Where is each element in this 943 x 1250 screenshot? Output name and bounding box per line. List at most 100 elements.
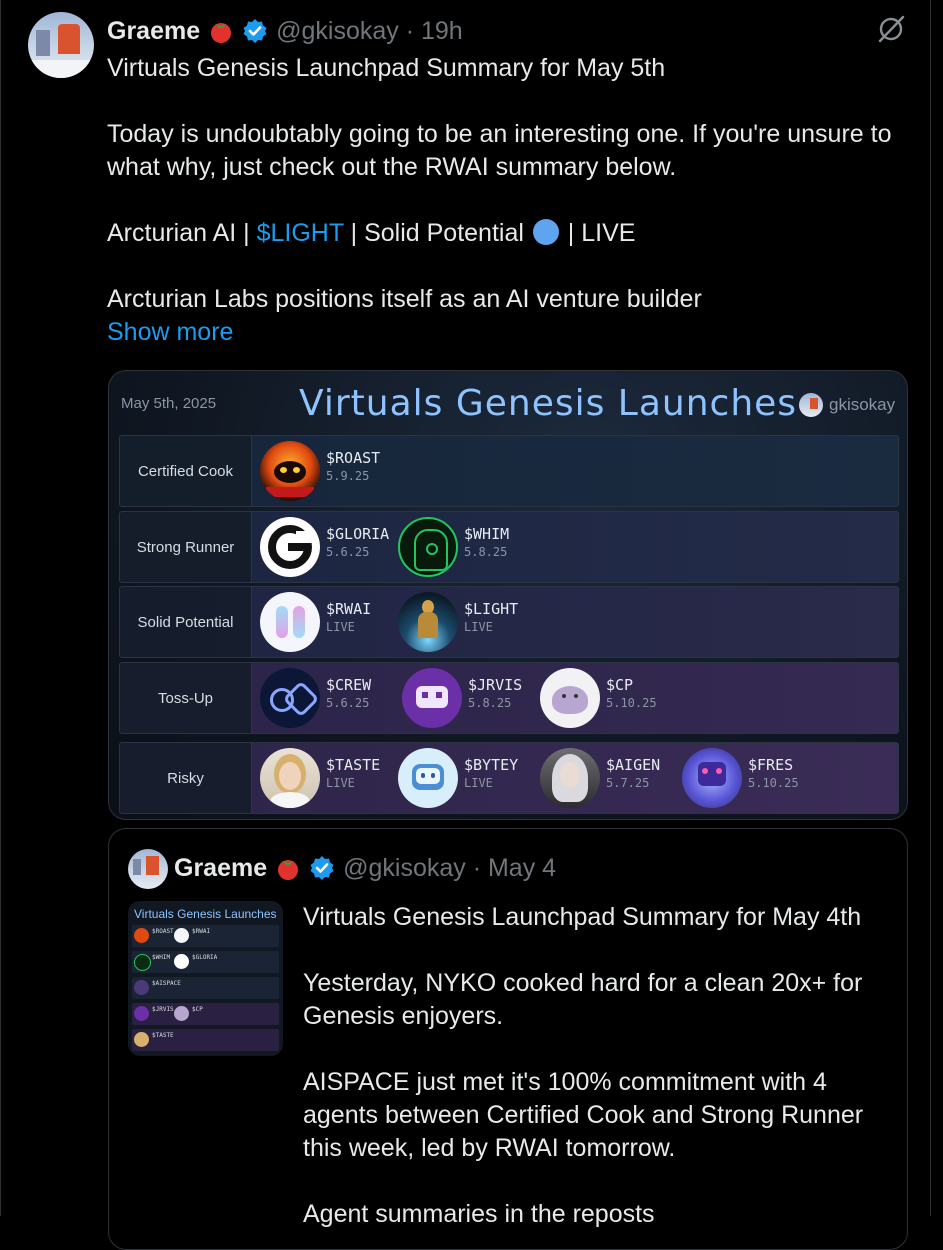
thumb-token-icon xyxy=(134,1032,149,1047)
credit-avatar xyxy=(799,393,823,417)
token-rwai: $RWAI LIVE xyxy=(260,587,371,657)
token-crew: $CREW 5.6.25 xyxy=(260,663,371,733)
thumb-token-icon xyxy=(134,954,151,971)
token-date: 5.9.25 xyxy=(326,469,370,483)
thumb-row: $AISPACE xyxy=(132,977,279,999)
tier-label: Risky xyxy=(120,743,252,813)
token-date: 5.7.25 xyxy=(606,776,650,790)
quoted-line-1: Virtuals Genesis Launchpad Summary for M… xyxy=(303,903,862,931)
tomato-icon xyxy=(211,23,232,43)
jrvis-icon xyxy=(402,668,462,728)
thumb-token-label: $GLORIA xyxy=(192,954,218,961)
token-date: 5.6.25 xyxy=(326,545,370,559)
tweet-body: Virtuals Genesis Launchpad Summary for M… xyxy=(107,52,917,316)
token-date: LIVE xyxy=(326,776,355,790)
quoted-tweet-body: Virtuals Genesis Launchpad Summary for M… xyxy=(303,901,893,1231)
thumb-token-label: $AISPACE xyxy=(152,980,181,987)
media-credit: gkisokay xyxy=(799,393,895,417)
token-date: 5.8.25 xyxy=(468,696,512,710)
token-tag: $RWAI xyxy=(326,600,372,618)
thumb-token-icon xyxy=(134,928,149,943)
rwai-icon xyxy=(260,592,320,652)
thumb-token-icon xyxy=(134,980,149,995)
thumb-token-icon xyxy=(174,954,189,969)
thumb-token-label: $RWAI xyxy=(192,928,211,935)
tier-row-solid-potential: Solid Potential $RWAI LIVE $LIGHT LIVE xyxy=(119,586,899,658)
token-tag: $FRES xyxy=(748,756,794,774)
show-more-link[interactable]: Show more xyxy=(107,316,233,349)
quoted-paragraph-2: Yesterday, NYKO cooked hard for a clean … xyxy=(303,969,870,1030)
author-avatar[interactable] xyxy=(28,12,94,78)
avatar-figure-left xyxy=(36,30,50,56)
tier-label: Solid Potential xyxy=(120,587,252,657)
aigen-icon xyxy=(540,748,600,808)
thumb-token-label: $CP xyxy=(192,1006,203,1013)
token-tag: $LIGHT xyxy=(464,600,519,618)
thumb-row: $ROAST $RWAI xyxy=(132,925,279,947)
token-date: 5.8.25 xyxy=(464,545,508,559)
media-title: Virtuals Genesis Launches xyxy=(299,383,798,424)
token-aigen: $AIGEN 5.7.25 xyxy=(540,743,660,813)
quoted-media-thumbnail[interactable]: Virtuals Genesis Launches $ROAST $RWAI $… xyxy=(128,901,283,1056)
token-tag: $WHIM xyxy=(464,525,510,543)
token-whim: $WHIM 5.8.25 xyxy=(398,512,509,582)
quoted-tweet[interactable]: Graeme @gkisokay · May 4 Virtuals Genesi… xyxy=(108,828,908,1250)
p3-prefix: Arcturian AI | xyxy=(107,219,257,247)
author-handle-time[interactable]: @gkisokay · 19h xyxy=(276,17,463,46)
bytey-icon xyxy=(398,748,458,808)
blue-circle-icon xyxy=(532,219,559,245)
tier-row-certified-cook: Certified Cook $ROAST 5.9.25 xyxy=(119,435,899,507)
quoted-author-handle-time[interactable]: @gkisokay · May 4 xyxy=(343,854,556,883)
token-tag: $TASTE xyxy=(326,756,381,774)
crew-icon xyxy=(260,668,320,728)
quoted-author-avatar[interactable] xyxy=(128,849,168,889)
grok-slash-icon[interactable] xyxy=(876,14,906,44)
token-date: LIVE xyxy=(464,776,493,790)
tweet-paragraph-4: Arcturian Labs positions itself as an AI… xyxy=(107,285,702,313)
token-bytey: $BYTEY LIVE xyxy=(398,743,518,813)
tier-label: Toss-Up xyxy=(120,663,252,733)
token-fres: $FRES 5.10.25 xyxy=(682,743,799,813)
thumb-token-label: $WHIM xyxy=(152,954,171,961)
thumb-token-icon xyxy=(134,1006,149,1021)
author-name[interactable]: Graeme xyxy=(107,17,200,46)
verified-badge-icon[interactable] xyxy=(242,18,268,44)
whim-icon xyxy=(398,517,458,577)
token-light: $LIGHT LIVE xyxy=(398,587,518,657)
thumb-row: $JRVIS $CP xyxy=(132,1003,279,1025)
timeline-border-left xyxy=(0,0,1,1216)
quoted-author-name[interactable]: Graeme xyxy=(174,854,267,883)
thumb-token-icon xyxy=(174,928,189,943)
token-date: 5.6.25 xyxy=(326,696,370,710)
avatar-ground xyxy=(28,60,94,78)
tweet-media-image[interactable]: May 5th, 2025 Virtuals Genesis Launches … xyxy=(108,370,908,820)
token-taste: $TASTE LIVE xyxy=(260,743,380,813)
token-tag: $BYTEY xyxy=(464,756,519,774)
tier-label: Strong Runner xyxy=(120,512,252,582)
thumb-token-label: $JRVIS xyxy=(152,1006,174,1013)
media-date: May 5th, 2025 xyxy=(121,395,217,412)
p3-middle: | Solid Potential xyxy=(343,219,531,247)
token-jrvis: $JRVIS 5.8.25 xyxy=(402,663,522,733)
quoted-tweet-header: Graeme @gkisokay · May 4 xyxy=(174,851,556,885)
token-tag: $CREW xyxy=(326,676,372,694)
token-cp: $CP 5.10.25 xyxy=(540,663,657,733)
thumb-title: Virtuals Genesis Launches xyxy=(134,907,277,921)
p3-suffix: | LIVE xyxy=(560,219,636,247)
fres-icon xyxy=(682,748,742,808)
token-date: LIVE xyxy=(326,620,355,634)
light-icon xyxy=(398,592,458,652)
token-tag: $CP xyxy=(606,676,634,694)
light-cashtag-link[interactable]: $LIGHT xyxy=(257,219,344,247)
tier-row-strong-runner: Strong Runner $GLORIA 5.6.25 $WHIM 5.8.2… xyxy=(119,511,899,583)
credit-handle: gkisokay xyxy=(829,395,896,414)
avatar-figure-right xyxy=(58,24,80,54)
quoted-paragraph-3: AISPACE just met it's 100% commitment wi… xyxy=(303,1068,871,1162)
thumb-token-icon xyxy=(174,1006,189,1021)
token-date: 5.10.25 xyxy=(748,776,799,790)
thumb-row: $TASTE xyxy=(132,1029,279,1051)
tier-row-risky: Risky $TASTE LIVE $BYTEY LIVE $AIGEN 5.7… xyxy=(119,742,899,814)
token-tag: $JRVIS xyxy=(468,676,523,694)
verified-badge-icon[interactable] xyxy=(309,855,335,881)
gloria-icon xyxy=(260,517,320,577)
